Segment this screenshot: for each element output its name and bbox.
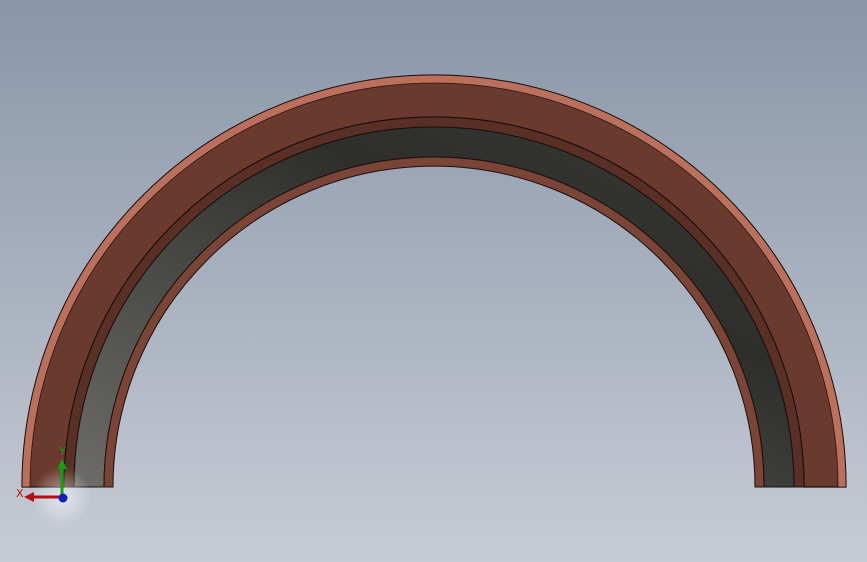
viewport-canvas[interactable]: X Y <box>0 0 867 562</box>
3d-viewport[interactable]: X Y <box>0 0 867 562</box>
y-axis-label: Y <box>58 445 66 458</box>
x-axis-label: X <box>16 487 24 500</box>
z-axis-dot <box>58 493 68 503</box>
